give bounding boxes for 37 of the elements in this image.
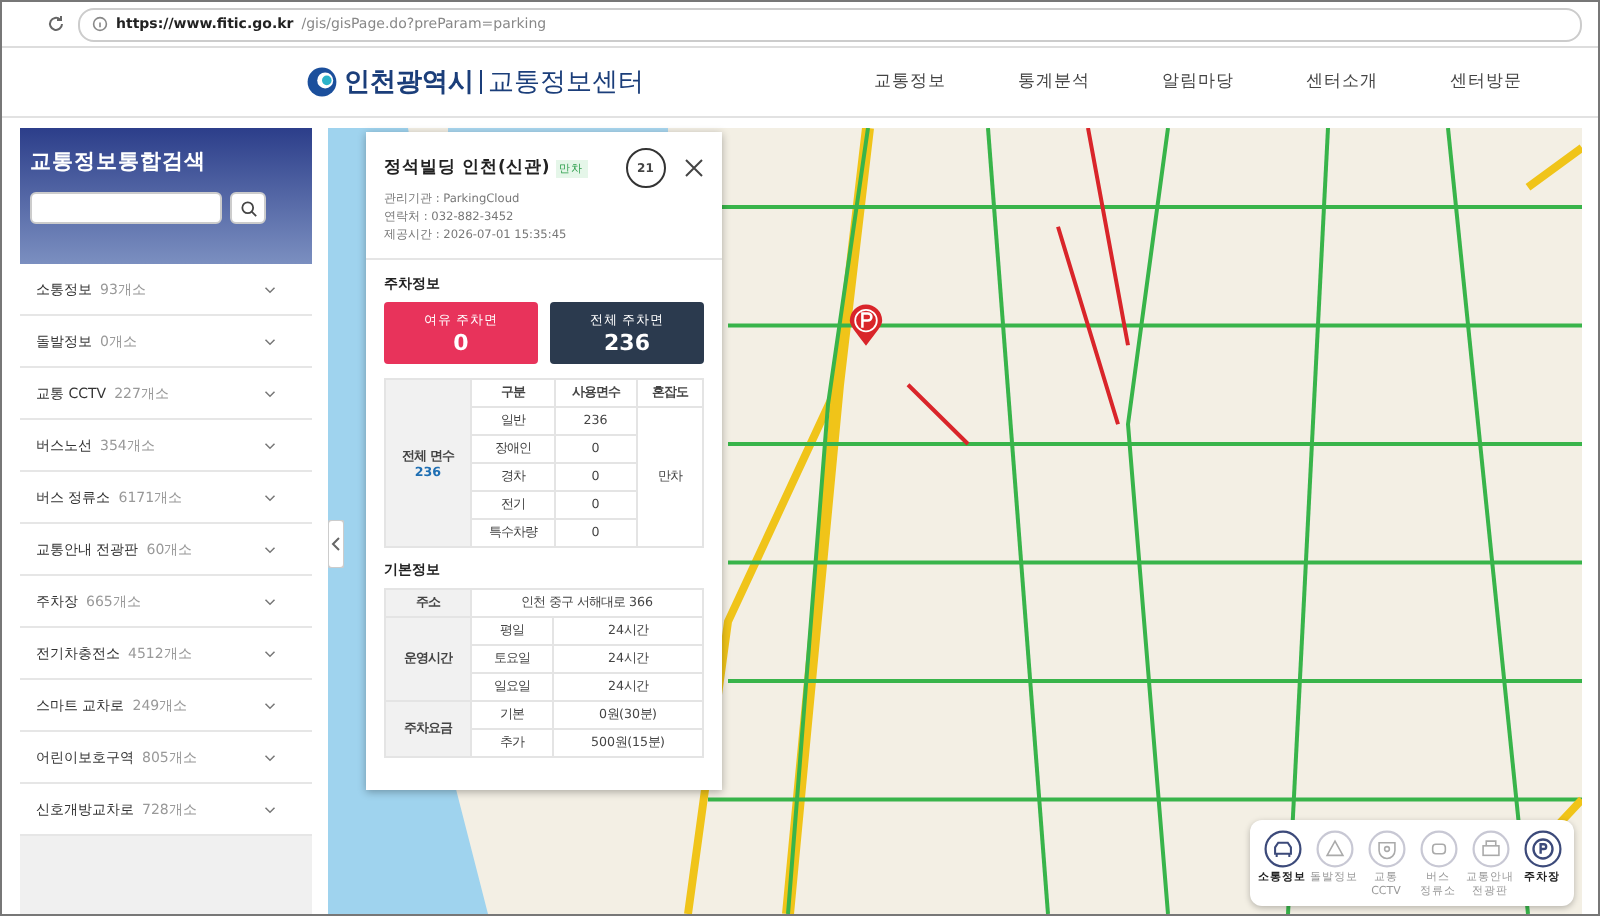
close-button[interactable]: [684, 158, 704, 178]
logo-city-text: 인천광역시: [344, 66, 474, 100]
chevron-down-icon: [264, 753, 276, 761]
parking-icon: [1523, 830, 1561, 868]
nav-link[interactable]: 센터소개: [1306, 70, 1378, 94]
car-icon: [1263, 830, 1301, 868]
sign-board-icon: [1471, 830, 1509, 868]
chevron-down-icon: [264, 389, 276, 397]
chevron-down-icon: [264, 805, 276, 813]
chevron-down-icon: [264, 597, 276, 605]
nav-link[interactable]: 알림마당: [1162, 70, 1234, 94]
nav-link[interactable]: 센터방문: [1450, 70, 1522, 94]
chevron-down-icon: [264, 337, 276, 345]
search-title: 교통정보통합검색: [30, 148, 208, 176]
chevron-down-icon: [264, 493, 276, 501]
reload-icon[interactable]: [46, 14, 66, 34]
info-icon: [92, 16, 108, 32]
nav-link[interactable]: 통계분석: [1018, 70, 1090, 94]
warning-icon: [1315, 830, 1353, 868]
logo-icon: [306, 66, 338, 98]
card-value: 0: [453, 329, 469, 355]
chevron-down-icon: [264, 285, 276, 293]
chevron-down-icon: [264, 545, 276, 553]
logo-center-text: 교통정보센터: [488, 66, 644, 100]
chevron-down-icon: [264, 441, 276, 449]
search-icon: [239, 199, 257, 217]
card-value: 236: [604, 329, 650, 355]
parking-lot-title: 정석빌딩 인천(신관): [384, 156, 550, 180]
camera-icon: [1367, 830, 1405, 868]
nav-link[interactable]: 교통정보: [874, 70, 946, 94]
collapse-handle-icon[interactable]: [328, 520, 344, 568]
chevron-down-icon: [264, 649, 276, 657]
close-icon: [684, 158, 704, 178]
parking-marker-icon[interactable]: [848, 304, 884, 348]
search-button[interactable]: [230, 192, 266, 224]
search-field[interactable]: [30, 192, 222, 224]
chevron-down-icon: [264, 701, 276, 709]
